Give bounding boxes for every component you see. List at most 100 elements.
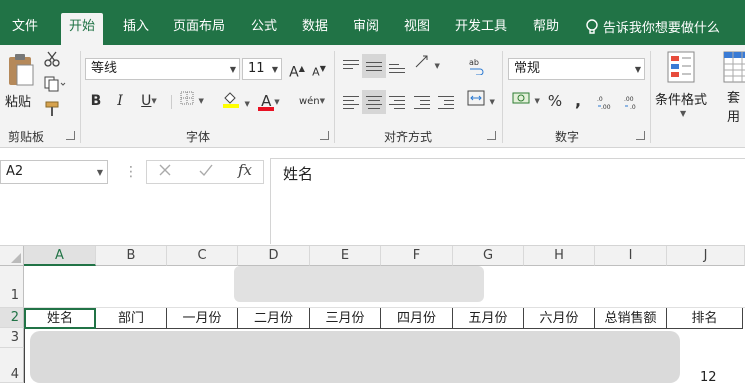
column-header-c[interactable]: C: [167, 246, 238, 266]
formula-input[interactable]: 姓名: [270, 158, 745, 244]
font-size-combo[interactable]: 11 ▼: [242, 58, 282, 80]
row-header-3[interactable]: 3: [0, 328, 24, 348]
number-format-combo[interactable]: 常规 ▼: [508, 58, 645, 80]
tab-review[interactable]: 审阅: [353, 13, 379, 45]
chevron-down-icon: ▼: [534, 97, 540, 105]
chevron-down-icon: ▼: [244, 100, 250, 108]
chevron-down-icon: ▼: [271, 65, 278, 74]
cell-i2[interactable]: 总销售额: [595, 308, 667, 329]
borders-button[interactable]: ▼: [177, 90, 207, 112]
tab-home[interactable]: 开始: [61, 13, 104, 45]
decrease-font-size-button[interactable]: A▼: [310, 58, 328, 80]
percent-button[interactable]: %: [547, 90, 563, 112]
align-left-icon[interactable]: [343, 96, 359, 112]
column-header-h[interactable]: H: [524, 246, 595, 266]
comma-style-button[interactable]: ,: [572, 90, 584, 112]
increase-font-size-button[interactable]: A▲: [288, 58, 306, 81]
svg-text:.00: .00: [601, 104, 611, 110]
row-header-2[interactable]: 2: [0, 308, 24, 328]
align-center-icon[interactable]: [366, 96, 382, 112]
fill-bucket-icon: [222, 92, 244, 112]
name-box[interactable]: A2 ▼: [0, 160, 108, 184]
separator: [171, 95, 172, 109]
tell-me-box[interactable]: 告诉我你想要做什么: [585, 19, 720, 39]
increase-decimal-icon[interactable]: .0.00: [597, 94, 615, 113]
phonetic-button[interactable]: wén▼: [297, 90, 327, 112]
cell-c2[interactable]: 一月份: [167, 308, 238, 329]
align-right-icon[interactable]: [389, 96, 405, 112]
column-header-b[interactable]: B: [96, 246, 167, 266]
select-all-corner[interactable]: [0, 246, 24, 266]
align-bottom-icon[interactable]: [389, 64, 405, 76]
enter-check-icon[interactable]: [198, 162, 214, 181]
fill-color-button[interactable]: ▼: [220, 90, 252, 112]
tab-developer[interactable]: 开发工具: [455, 13, 507, 45]
chevron-down-icon: ▼: [319, 97, 326, 105]
font-name-combo[interactable]: 等线 ▼: [85, 58, 240, 80]
formula-content: 姓名: [283, 165, 314, 183]
font-color-button[interactable]: A ▼: [254, 90, 284, 112]
cell-f2[interactable]: 四月份: [381, 308, 453, 329]
group-divider: [80, 51, 81, 143]
increase-indent-icon[interactable]: [438, 96, 454, 112]
redacted-data: [30, 331, 680, 383]
tab-help[interactable]: 帮助: [533, 13, 559, 45]
font-name-value: 等线: [91, 61, 118, 76]
font-launcher-icon[interactable]: [320, 131, 329, 140]
svg-text:ab: ab: [469, 58, 479, 67]
chevron-down-icon: ▼: [680, 109, 687, 118]
align-top-icon[interactable]: [343, 60, 359, 72]
clipboard-launcher-icon[interactable]: [66, 131, 75, 140]
chevron-down-icon: ▼: [489, 98, 495, 106]
merge-cells-icon: [467, 90, 489, 110]
conditional-formatting-button[interactable]: 条件格式 ▼: [652, 51, 714, 126]
format-as-table-button[interactable]: 套用 表格格: [717, 51, 745, 126]
group-divider: [334, 51, 335, 143]
svg-text:.0: .0: [630, 104, 636, 110]
column-header-f[interactable]: F: [381, 246, 453, 266]
cut-icon[interactable]: [44, 51, 60, 70]
chevron-down-icon: ▼: [274, 98, 280, 106]
cell-b2[interactable]: 部门: [96, 308, 167, 329]
tab-data[interactable]: 数据: [302, 13, 328, 45]
cell-h2[interactable]: 六月份: [524, 308, 595, 329]
decrease-decimal-icon[interactable]: .00.0: [624, 94, 642, 113]
paste-button[interactable]: 粘贴: [4, 51, 36, 115]
column-header-e[interactable]: E: [310, 246, 381, 266]
tab-insert[interactable]: 插入: [123, 13, 149, 45]
column-header-d[interactable]: D: [238, 246, 310, 266]
merge-center-button[interactable]: ▼: [465, 90, 497, 112]
bold-button[interactable]: B: [88, 90, 104, 112]
column-header-i[interactable]: I: [595, 246, 667, 266]
tab-formulas[interactable]: 公式: [251, 13, 277, 45]
tab-file[interactable]: 文件: [12, 13, 38, 45]
column-header-a[interactable]: A: [24, 246, 96, 266]
orientation-button[interactable]: ▼: [412, 54, 442, 76]
ribbon-tab-bar: 文件 开始 插入 页面布局 公式 数据 审阅 视图 开发工具 帮助 告诉我你想要…: [0, 0, 745, 45]
currency-format-button[interactable]: ▼: [510, 90, 542, 112]
cell-g2[interactable]: 五月份: [453, 308, 524, 329]
cell-e2[interactable]: 三月份: [310, 308, 381, 329]
row-header-1[interactable]: 1: [0, 266, 24, 308]
row-header-4[interactable]: 4: [0, 348, 24, 383]
italic-button[interactable]: I: [112, 90, 128, 112]
decrease-indent-icon[interactable]: [414, 96, 430, 112]
alignment-launcher-icon[interactable]: [487, 131, 496, 140]
cell-j2[interactable]: 排名: [667, 308, 743, 329]
number-launcher-icon[interactable]: [636, 131, 645, 140]
cell-a2-selected[interactable]: 姓名: [24, 308, 96, 329]
column-header-j[interactable]: J: [667, 246, 745, 266]
align-middle-icon[interactable]: [366, 62, 382, 74]
underline-button[interactable]: U▼: [135, 90, 163, 112]
tab-view[interactable]: 视图: [404, 13, 430, 45]
format-painter-icon[interactable]: [44, 101, 62, 120]
wrap-text-icon[interactable]: ab: [468, 57, 486, 78]
copy-icon[interactable]: [44, 76, 66, 95]
chevron-down-icon: ▼: [96, 168, 103, 177]
column-header-g[interactable]: G: [453, 246, 524, 266]
tab-page-layout[interactable]: 页面布局: [173, 13, 225, 45]
cancel-icon[interactable]: [157, 162, 173, 181]
table-style-icon: [723, 51, 745, 88]
insert-function-button[interactable]: fx: [238, 161, 252, 179]
cell-d2[interactable]: 二月份: [238, 308, 310, 329]
